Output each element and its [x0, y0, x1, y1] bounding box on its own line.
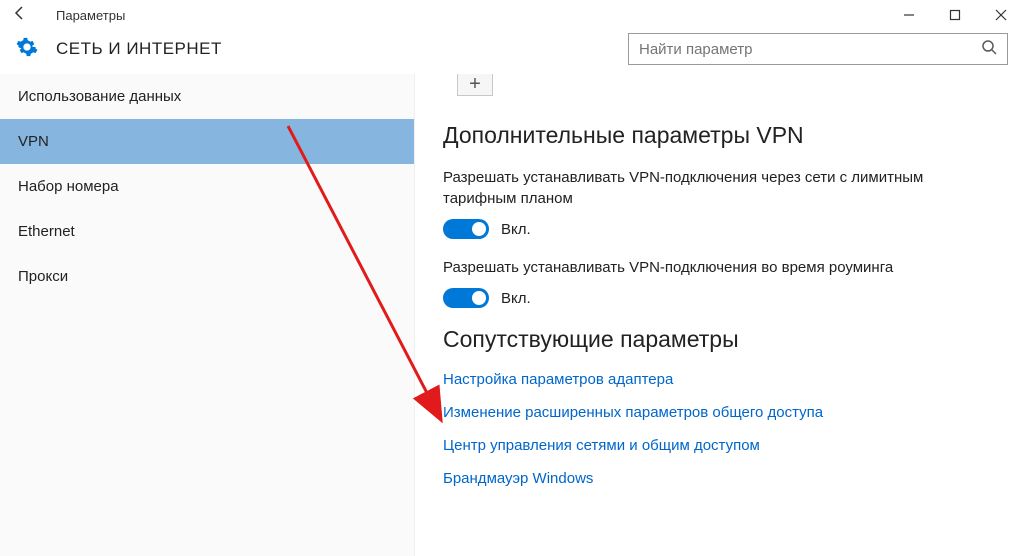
sidebar-item-label: Использование данных: [18, 88, 181, 105]
body: Использование данных VPN Набор номера Et…: [0, 74, 1024, 556]
sidebar-item-data-usage[interactable]: Использование данных: [0, 74, 414, 119]
toggle-state: Вкл.: [501, 290, 531, 307]
toggle-knob: [472, 222, 486, 236]
link-firewall[interactable]: Брандмауэр Windows: [443, 470, 996, 487]
sidebar-item-label: Прокси: [18, 268, 68, 285]
related-heading: Сопутствующие параметры: [443, 326, 996, 353]
window-title: Параметры: [56, 8, 125, 23]
setting-label: Разрешать устанавливать VPN-подключения …: [443, 257, 963, 278]
link-network-center[interactable]: Центр управления сетями и общим доступом: [443, 437, 996, 454]
setting-roaming: Разрешать устанавливать VPN-подключения …: [443, 257, 996, 308]
sidebar-item-label: VPN: [18, 133, 49, 150]
toggle-knob: [472, 291, 486, 305]
sidebar-item-dialup[interactable]: Набор номера: [0, 164, 414, 209]
sidebar-item-vpn[interactable]: VPN: [0, 119, 414, 164]
close-button[interactable]: [978, 0, 1024, 30]
maximize-button[interactable]: [932, 0, 978, 30]
header: СЕТЬ И ИНТЕРНЕТ: [0, 30, 1024, 74]
search-input[interactable]: [639, 41, 981, 58]
link-advanced-sharing[interactable]: Изменение расширенных параметров общего …: [443, 404, 996, 421]
toggle-roaming[interactable]: [443, 288, 489, 308]
advanced-vpn-heading: Дополнительные параметры VPN: [443, 122, 996, 149]
toggle-metered[interactable]: [443, 219, 489, 239]
search-box[interactable]: [628, 33, 1008, 65]
gear-icon: [16, 36, 38, 63]
sidebar-item-proxy[interactable]: Прокси: [0, 254, 414, 299]
related-settings: Сопутствующие параметры Настройка параме…: [443, 326, 996, 487]
section-title: СЕТЬ И ИНТЕРНЕТ: [56, 39, 222, 59]
window-controls: [886, 0, 1024, 30]
content-pane: + Дополнительные параметры VPN Разрешать…: [415, 74, 1024, 556]
titlebar: Параметры: [0, 0, 1024, 30]
toggle-state: Вкл.: [501, 221, 531, 238]
setting-label: Разрешать устанавливать VPN-подключения …: [443, 167, 963, 209]
link-adapter-settings[interactable]: Настройка параметров адаптера: [443, 371, 996, 388]
add-vpn-button[interactable]: +: [457, 74, 493, 96]
sidebar-item-ethernet[interactable]: Ethernet: [0, 209, 414, 254]
plus-icon: +: [469, 74, 481, 96]
sidebar-item-label: Набор номера: [18, 178, 119, 195]
search-icon: [981, 39, 997, 60]
sidebar: Использование данных VPN Набор номера Et…: [0, 74, 415, 556]
back-button[interactable]: [8, 5, 32, 26]
minimize-button[interactable]: [886, 0, 932, 30]
setting-metered: Разрешать устанавливать VPN-подключения …: [443, 167, 996, 239]
sidebar-item-label: Ethernet: [18, 223, 75, 240]
